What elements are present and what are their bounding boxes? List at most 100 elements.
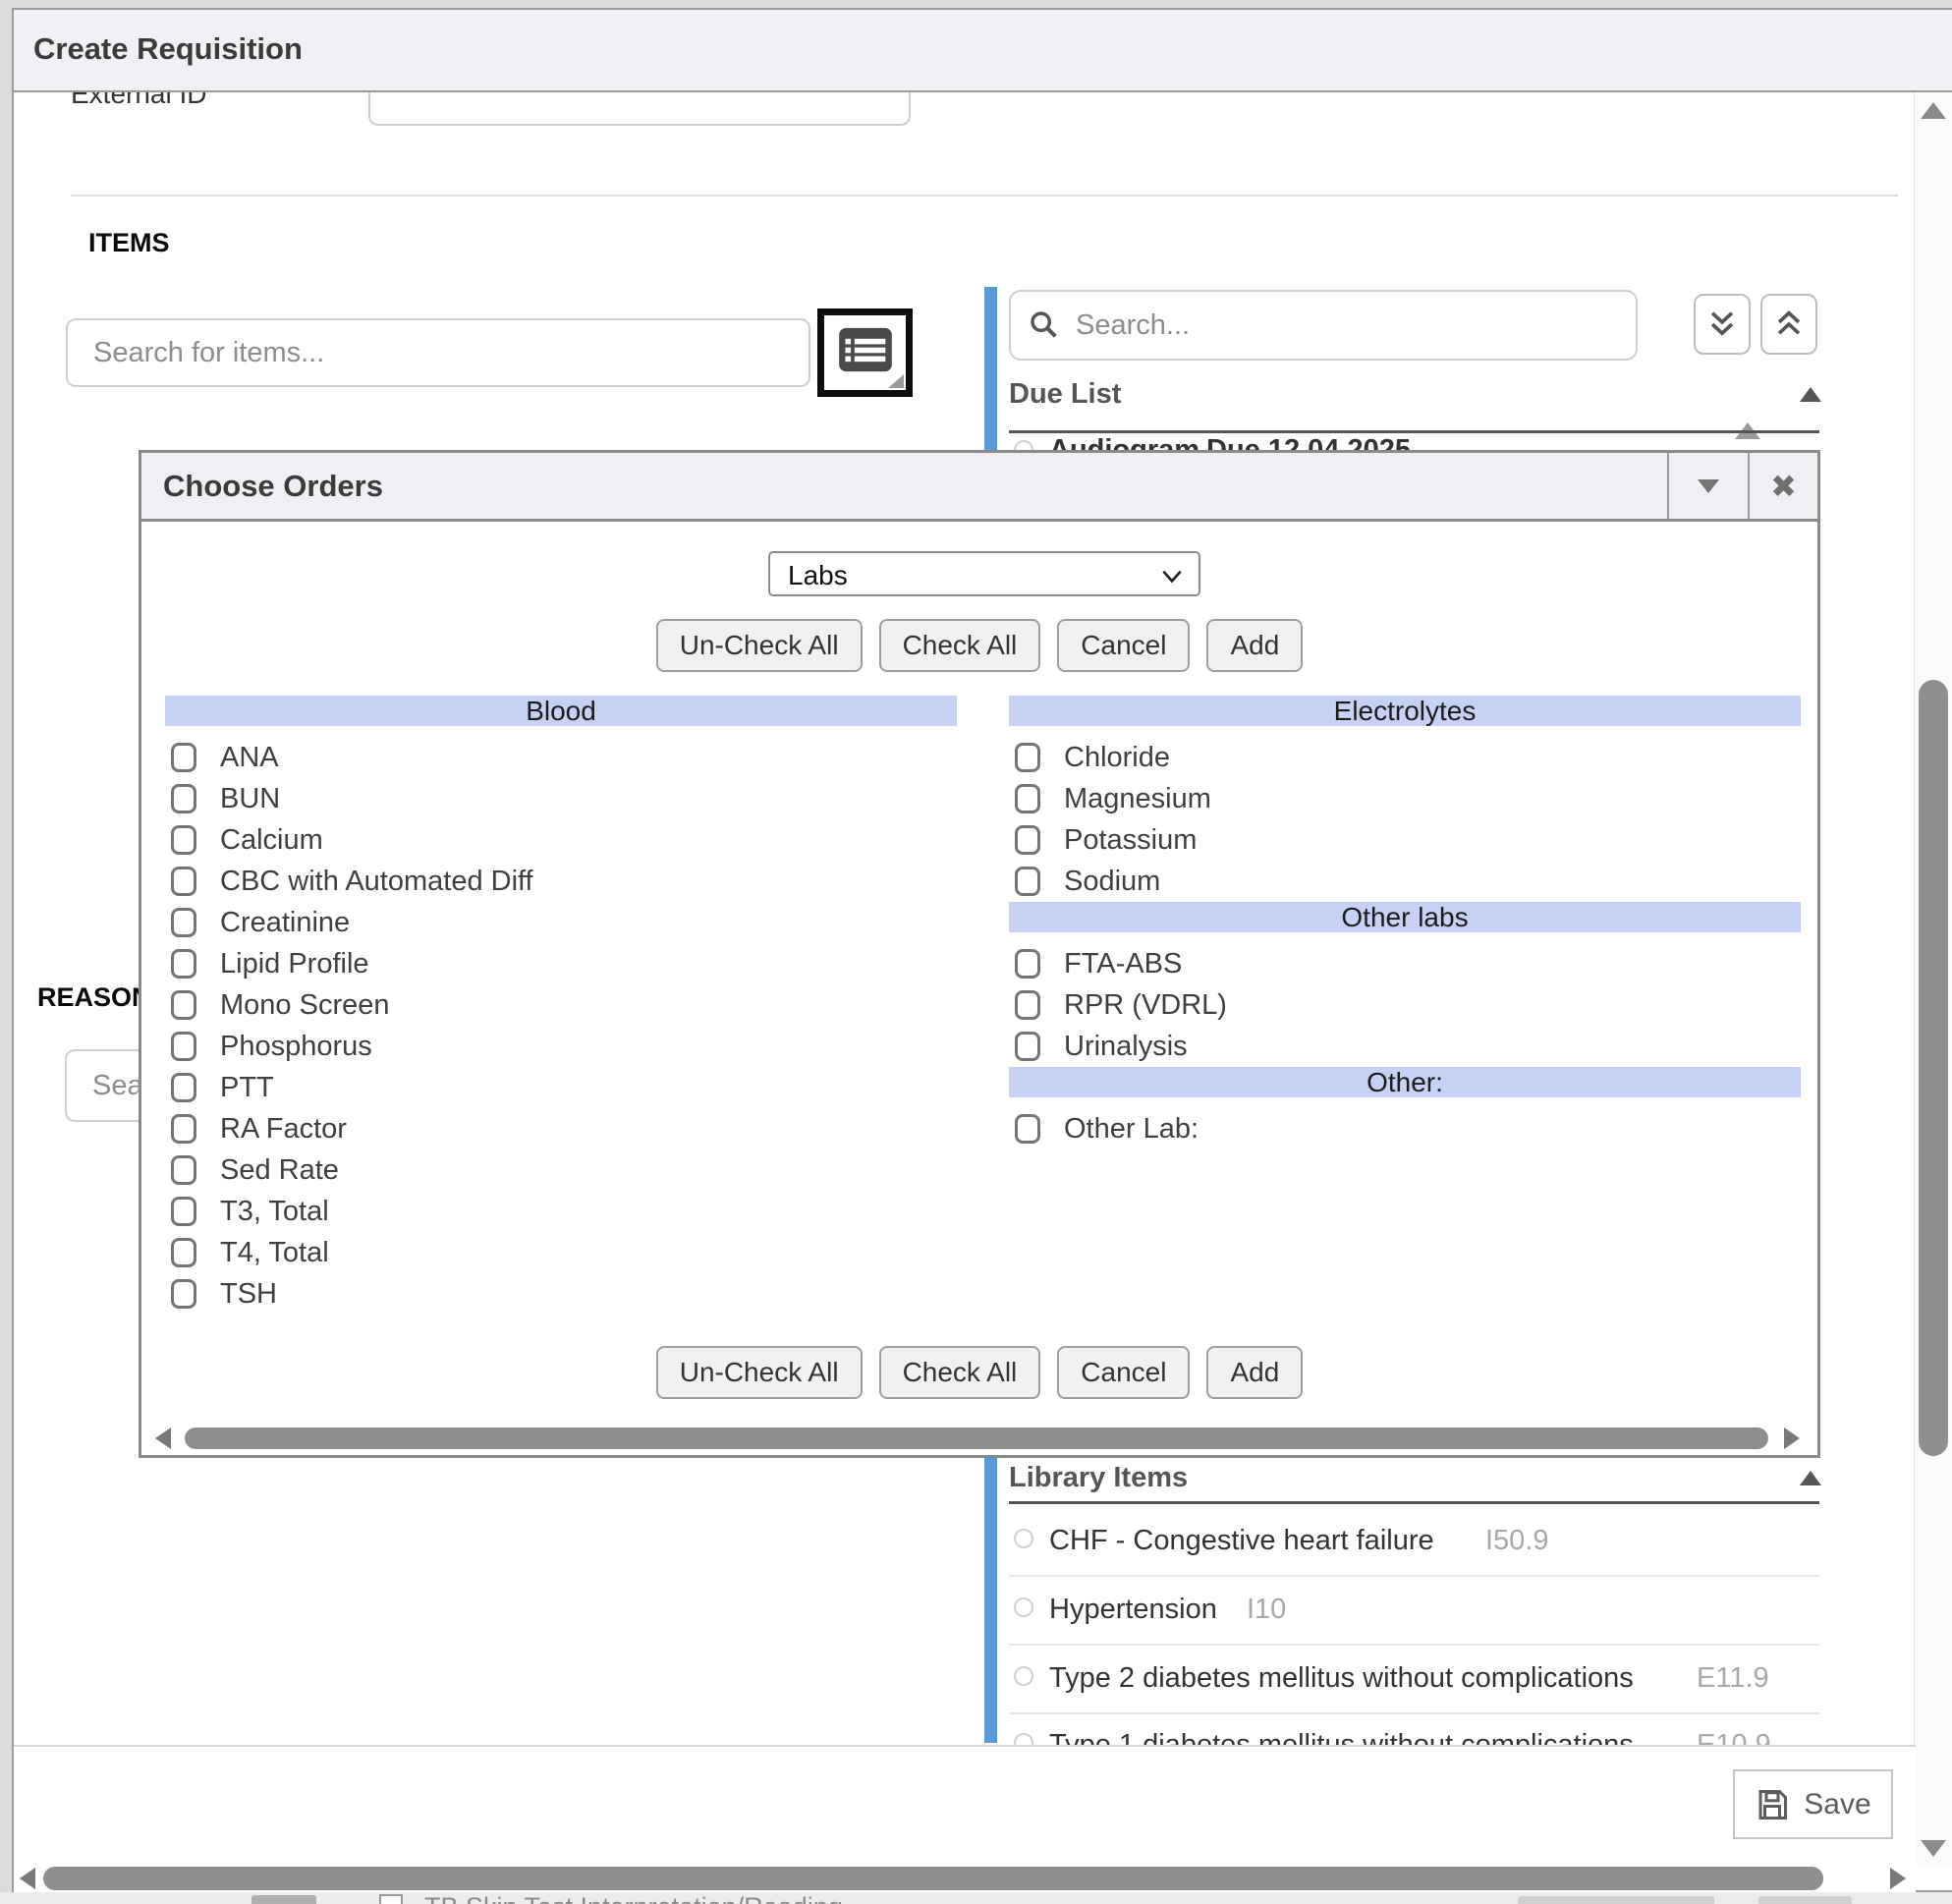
- check-all-button[interactable]: Check All: [879, 619, 1041, 672]
- check-all-button[interactable]: Check All: [879, 1346, 1041, 1399]
- order-row[interactable]: Sodium: [1009, 861, 1801, 902]
- category-select-value: Labs: [788, 560, 848, 591]
- panel-search: [1009, 290, 1638, 361]
- dialog-title: Create Requisition: [33, 31, 303, 67]
- vertical-scrollbar[interactable]: [1914, 92, 1952, 1867]
- modal-minimize-button[interactable]: [1667, 453, 1748, 519]
- blood-column: Blood ANA BUN Calcium CBC with Automated…: [165, 696, 957, 1315]
- order-row[interactable]: RA Factor: [165, 1108, 957, 1149]
- order-row[interactable]: ANA: [165, 737, 957, 778]
- background-shape: [1758, 1896, 1852, 1904]
- horizontal-scrollbar-thumb[interactable]: [43, 1867, 1823, 1890]
- library-item-radio[interactable]: [1014, 1666, 1033, 1686]
- order-row[interactable]: Creatinine: [165, 902, 957, 943]
- add-button[interactable]: Add: [1206, 1346, 1303, 1399]
- order-label: Sed Rate: [220, 1154, 339, 1187]
- order-columns: Blood ANA BUN Calcium CBC with Automated…: [165, 696, 1806, 1315]
- order-row[interactable]: RPR (VDRL): [1009, 984, 1801, 1026]
- checkbox[interactable]: [171, 1238, 196, 1267]
- checkbox[interactable]: [171, 784, 196, 813]
- scroll-up-icon[interactable]: [1921, 102, 1946, 119]
- scroll-left-icon[interactable]: [155, 1428, 171, 1449]
- checkbox[interactable]: [1015, 867, 1040, 896]
- category-select[interactable]: Labs: [768, 551, 1200, 596]
- library-item-radio[interactable]: [1014, 1733, 1033, 1745]
- order-row[interactable]: Calcium: [165, 819, 957, 861]
- column-header: Other:: [1009, 1067, 1801, 1097]
- modal-bottom-buttons: Un-Check All Check All Cancel Add: [141, 1346, 1817, 1399]
- checkbox[interactable]: [1015, 1032, 1040, 1061]
- modal-scrollbar-thumb[interactable]: [185, 1428, 1768, 1449]
- checkbox[interactable]: [171, 908, 196, 937]
- scroll-down-icon[interactable]: [1921, 1840, 1946, 1857]
- library-item-radio[interactable]: [1014, 1597, 1033, 1617]
- order-label: Urinalysis: [1064, 1031, 1188, 1063]
- checkbox[interactable]: [1015, 743, 1040, 772]
- checkbox[interactable]: [171, 990, 196, 1020]
- due-list-collapse-icon[interactable]: [1800, 387, 1821, 402]
- order-row[interactable]: PTT: [165, 1067, 957, 1108]
- scroll-left-icon[interactable]: [20, 1868, 35, 1889]
- checkbox[interactable]: [171, 949, 196, 979]
- horizontal-scrollbar[interactable]: [14, 1865, 1916, 1892]
- list-icon: [838, 326, 893, 373]
- library-item-label: Hypertension: [1049, 1594, 1217, 1626]
- order-row[interactable]: Magnesium: [1009, 778, 1801, 819]
- chevron-down-icon: [1698, 479, 1719, 493]
- order-row[interactable]: Mono Screen: [165, 984, 957, 1026]
- uncheck-all-button[interactable]: Un-Check All: [656, 619, 863, 672]
- checkbox[interactable]: [171, 867, 196, 896]
- expand-all-button[interactable]: [1694, 294, 1751, 355]
- save-button[interactable]: Save: [1733, 1769, 1893, 1839]
- background-checkbox: [379, 1894, 403, 1904]
- library-item-code: I10: [1247, 1594, 1286, 1626]
- vertical-scrollbar-thumb[interactable]: [1919, 680, 1948, 1456]
- order-row[interactable]: FTA-ABS: [1009, 943, 1801, 984]
- checkbox[interactable]: [1015, 825, 1040, 855]
- order-row[interactable]: Urinalysis: [1009, 1026, 1801, 1067]
- checkbox[interactable]: [171, 1197, 196, 1226]
- checkbox[interactable]: [171, 825, 196, 855]
- modal-horizontal-scrollbar[interactable]: [141, 1425, 1817, 1453]
- uncheck-all-button[interactable]: Un-Check All: [656, 1346, 863, 1399]
- scroll-right-icon[interactable]: [1784, 1428, 1800, 1449]
- order-row[interactable]: Lipid Profile: [165, 943, 957, 984]
- checkbox[interactable]: [171, 1114, 196, 1144]
- library-item-radio[interactable]: [1014, 1529, 1033, 1548]
- items-search-input[interactable]: [66, 318, 810, 387]
- order-row[interactable]: Phosphorus: [165, 1026, 957, 1067]
- choose-orders-modal: Choose Orders ✖ Labs Un-Check All Check …: [139, 450, 1820, 1458]
- checkbox[interactable]: [171, 1073, 196, 1102]
- checkbox[interactable]: [171, 743, 196, 772]
- order-row[interactable]: Sed Rate: [165, 1149, 957, 1191]
- order-row[interactable]: TSH: [165, 1273, 957, 1315]
- collapse-all-button[interactable]: [1760, 294, 1817, 355]
- checkbox[interactable]: [171, 1279, 196, 1309]
- order-row[interactable]: Potassium: [1009, 819, 1801, 861]
- panel-search-input[interactable]: [1009, 290, 1638, 361]
- search-icon: [1029, 309, 1060, 341]
- checkbox[interactable]: [1015, 784, 1040, 813]
- order-row[interactable]: Other Lab:: [1009, 1108, 1801, 1149]
- order-label: RPR (VDRL): [1064, 989, 1227, 1022]
- cancel-button[interactable]: Cancel: [1057, 619, 1190, 672]
- checkbox[interactable]: [171, 1032, 196, 1061]
- checkbox[interactable]: [171, 1155, 196, 1185]
- checkbox[interactable]: [1015, 949, 1040, 979]
- order-label: Calcium: [220, 824, 323, 857]
- order-row[interactable]: Chloride: [1009, 737, 1801, 778]
- order-row[interactable]: T3, Total: [165, 1191, 957, 1232]
- background-shape: [251, 1895, 316, 1904]
- order-row[interactable]: BUN: [165, 778, 957, 819]
- checkbox[interactable]: [1015, 990, 1040, 1020]
- library-items-collapse-icon[interactable]: [1800, 1471, 1821, 1485]
- order-row[interactable]: CBC with Automated Diff: [165, 861, 957, 902]
- checkbox[interactable]: [1015, 1114, 1040, 1144]
- cancel-button[interactable]: Cancel: [1057, 1346, 1190, 1399]
- modal-close-button[interactable]: ✖: [1748, 453, 1817, 519]
- order-row[interactable]: T4, Total: [165, 1232, 957, 1273]
- add-button[interactable]: Add: [1206, 619, 1303, 672]
- choose-orders-button[interactable]: [817, 308, 913, 397]
- close-icon: ✖: [1770, 468, 1797, 505]
- scroll-right-icon[interactable]: [1890, 1868, 1906, 1889]
